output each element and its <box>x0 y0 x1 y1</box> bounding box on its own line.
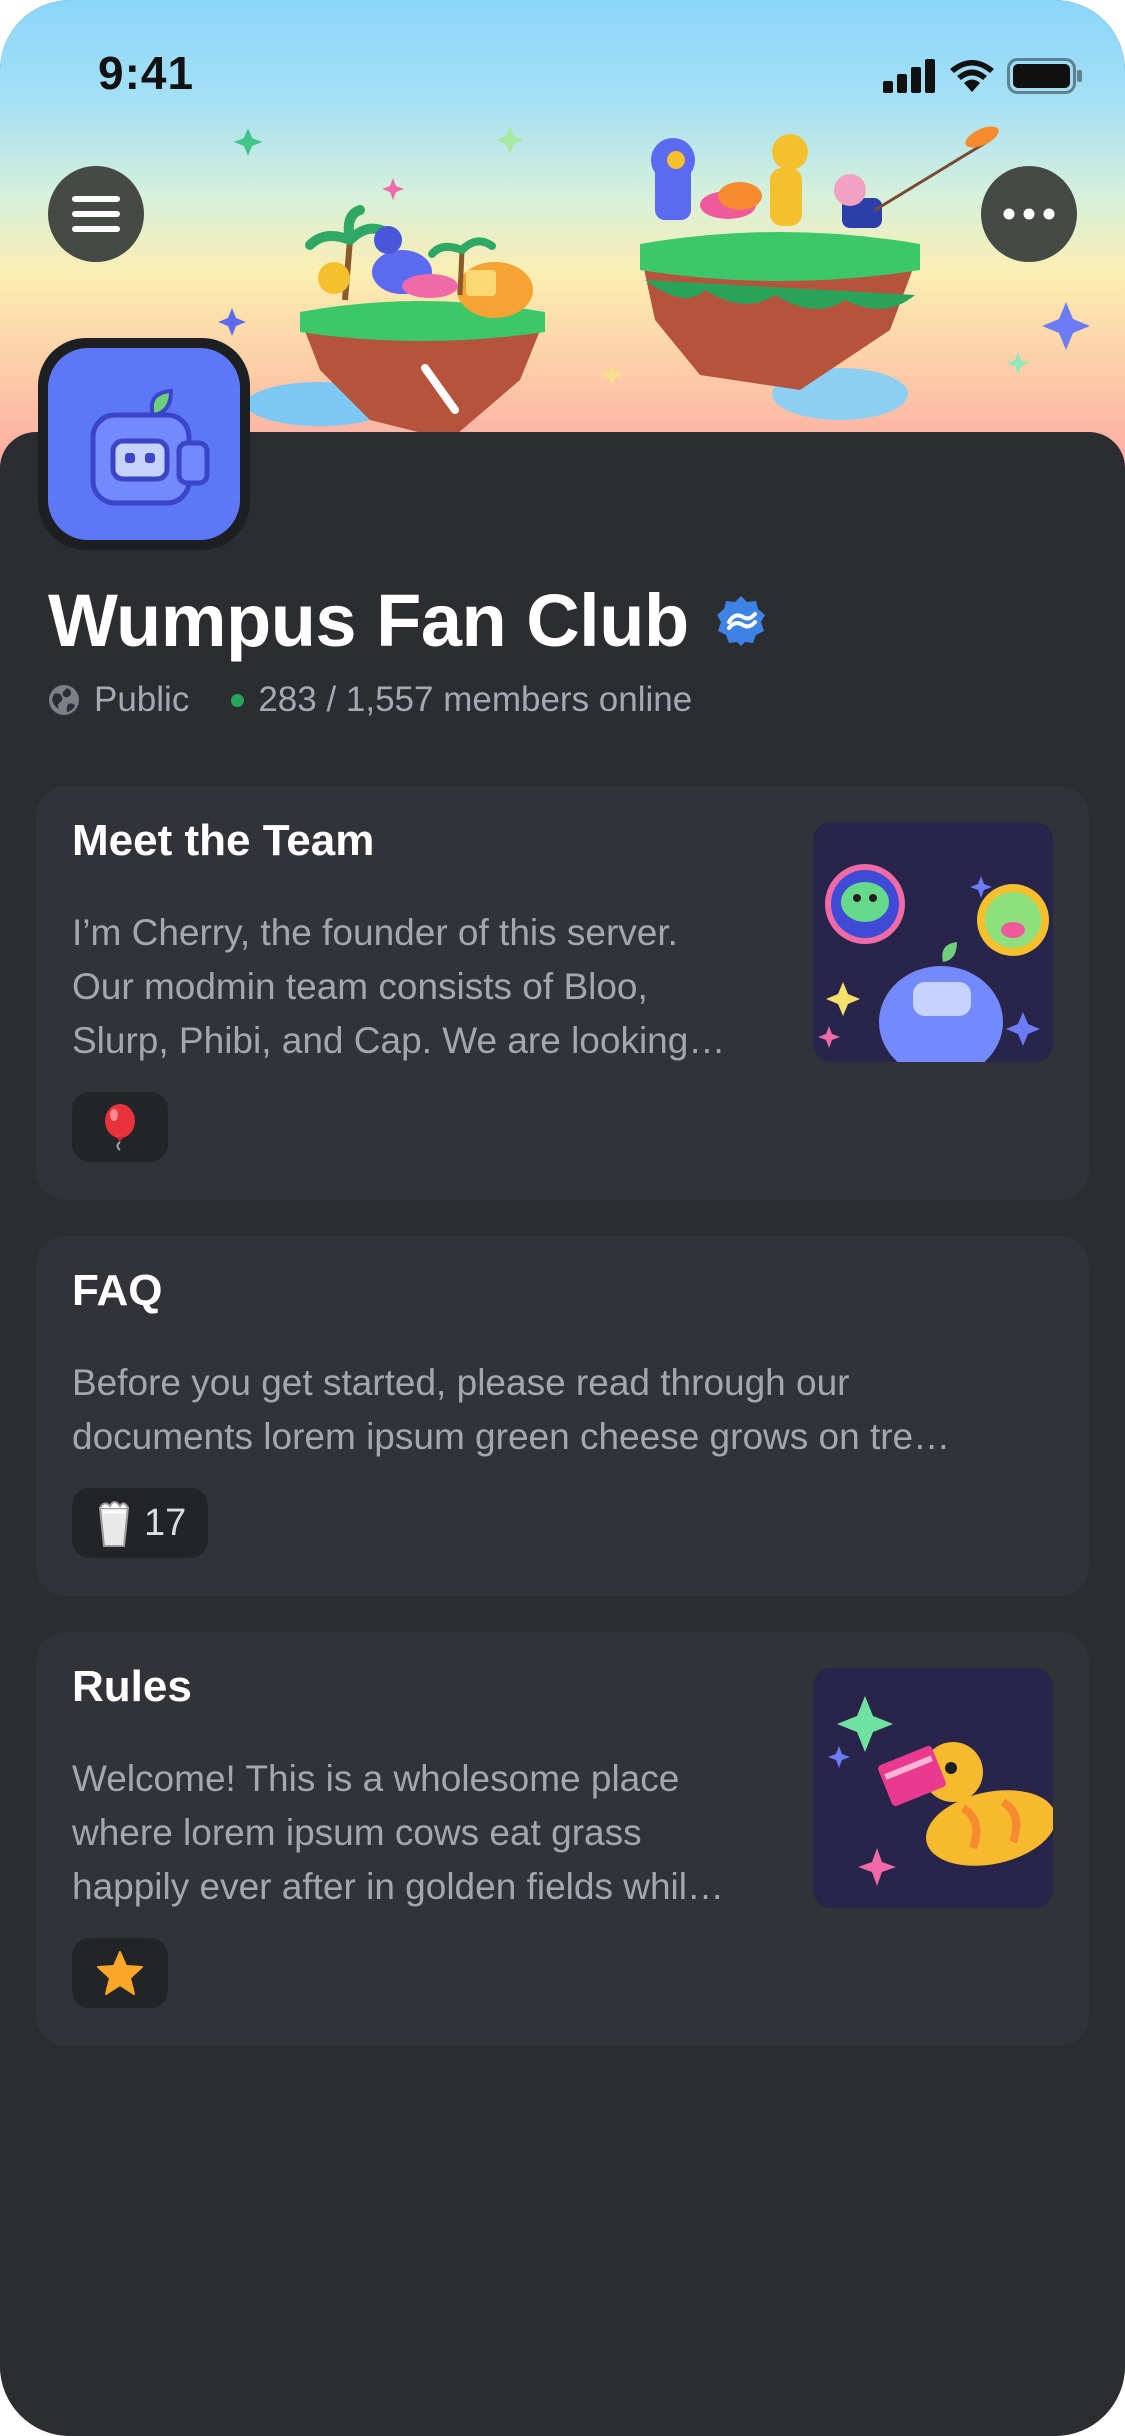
globe-icon <box>48 684 80 716</box>
members-online-count: 283 / 1,557 members online <box>258 680 693 719</box>
post-preview: Before you get started, please read thro… <box>72 1356 1062 1464</box>
battery-icon <box>1007 58 1082 94</box>
status-icons <box>883 58 1083 94</box>
more-options-button[interactable] <box>981 166 1077 262</box>
post-preview-line: I’m Cherry, the founder of this server. <box>72 912 678 953</box>
milk-glass-icon <box>94 1498 134 1548</box>
visibility-label: Public <box>94 680 190 719</box>
post-preview-line: Slurp, Phibi, and Cap. We are looking… <box>72 1020 726 1061</box>
more-horizontal-icon <box>1003 208 1055 220</box>
post-preview-line: documents lorem ipsum green cheese grows… <box>72 1416 951 1457</box>
post-preview-line: Before you get started, please read thro… <box>72 1362 850 1403</box>
server-avatar <box>48 348 240 540</box>
server-home-screen: 9:41 Wumpus Fan Club Public 283 / 1,557 … <box>0 0 1125 2436</box>
post-title: FAQ <box>72 1266 163 1315</box>
reaction-button[interactable] <box>72 1092 168 1162</box>
reaction-button[interactable]: 17 <box>72 1488 209 1558</box>
server-meta: Public 283 / 1,557 members online <box>48 680 692 720</box>
post-title: Meet the Team <box>72 816 375 865</box>
cellular-signal-icon <box>883 59 935 93</box>
post-preview-line: where lorem ipsum cows eat grass <box>72 1812 642 1853</box>
star-icon <box>96 1950 144 1996</box>
post-preview: I’m Cherry, the founder of this server. … <box>72 906 792 1068</box>
reaction-count: 17 <box>144 1501 187 1544</box>
team-illustration <box>818 864 1049 1062</box>
status-bar: 9:41 <box>0 0 1125 150</box>
menu-button[interactable] <box>48 166 144 262</box>
post-preview-line: happily ever after in golden fields whil… <box>72 1866 724 1907</box>
status-time: 9:41 <box>98 47 195 99</box>
post-preview: Welcome! This is a wholesome place where… <box>72 1752 792 1914</box>
post-title: Rules <box>72 1662 192 1711</box>
rules-illustration <box>828 1696 1053 1886</box>
wifi-icon <box>950 60 994 92</box>
partner-badge-icon <box>716 595 765 646</box>
post-preview-line: Our modmin team consists of Bloo, <box>72 966 648 1007</box>
post-thumbnail <box>813 1668 1053 1908</box>
post-card-meet-the-team[interactable]: Meet the Team I’m Cherry, the founder of… <box>36 786 1089 1200</box>
post-card-faq[interactable]: FAQ Before you get started, please read … <box>36 1236 1089 1596</box>
wumpus-camera-icon <box>90 388 210 506</box>
online-status-dot <box>231 693 245 707</box>
hamburger-icon <box>72 196 120 232</box>
server-name: Wumpus Fan Club <box>48 579 689 662</box>
balloon-icon <box>100 1103 140 1151</box>
post-card-rules[interactable]: Rules Welcome! This is a wholesome place… <box>36 1632 1089 2046</box>
post-thumbnail <box>813 822 1053 1062</box>
server-icon[interactable] <box>38 338 250 550</box>
server-name-row: Wumpus Fan Club <box>48 578 767 663</box>
reaction-button[interactable] <box>72 1938 168 2008</box>
post-preview-line: Welcome! This is a wholesome place <box>72 1758 680 1799</box>
